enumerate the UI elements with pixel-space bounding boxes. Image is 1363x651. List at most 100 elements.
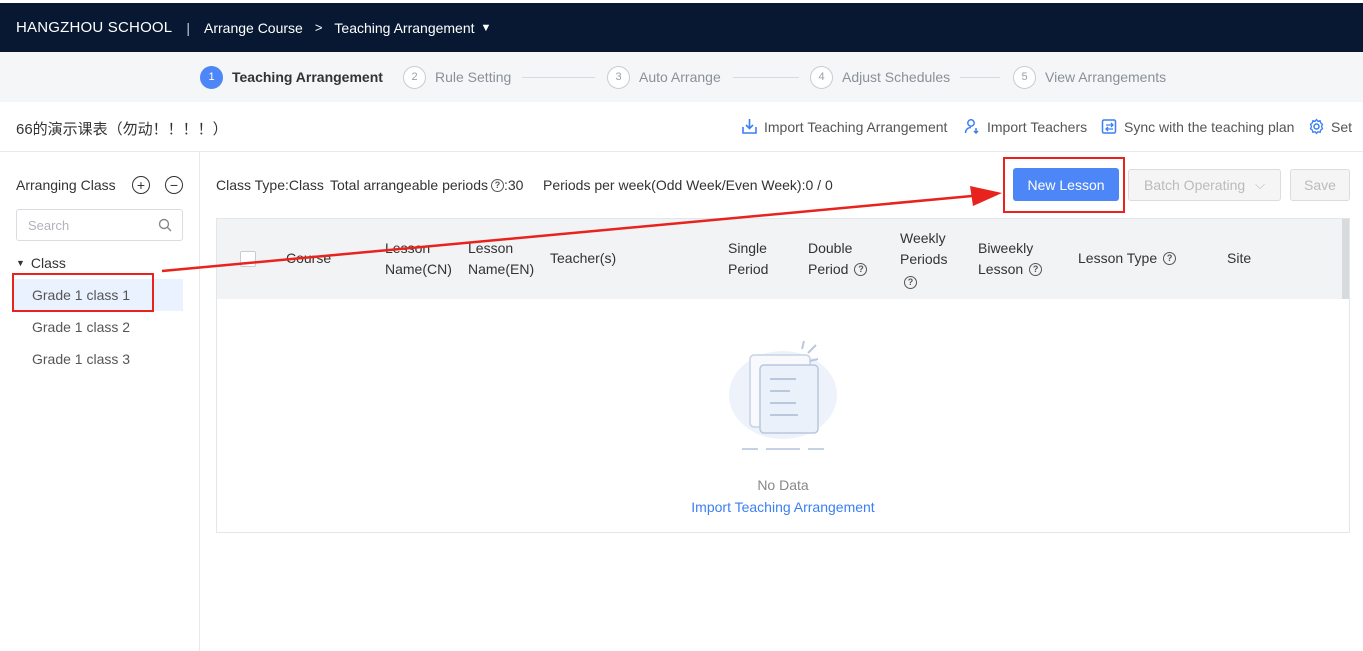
header-line-with-help: Period? [808,259,868,280]
header-course: Course [286,248,331,269]
header-text-line: Periods [900,251,948,267]
caret-down-icon[interactable]: ▼ [16,258,25,268]
sync-label: Sync with the teaching plan [1124,118,1295,135]
empty-state [217,299,1349,532]
header-teachers-text: Teacher(s) [550,250,617,266]
step-number: 1 [200,65,223,89]
sync-icon [1101,118,1118,135]
total-periods-value: :30 [504,177,524,193]
add-circle-icon[interactable]: + [132,176,150,194]
class-sidebar: Arranging Class + − ▼ Class Grade 1 clas… [0,152,200,651]
annotation-highlight-class [12,273,154,312]
header-text-line: Name(CN) [385,261,452,277]
help-icon[interactable]: ? [854,263,868,276]
step-adjust-schedules[interactable]: 4 Adjust Schedules [810,65,950,89]
help-icon[interactable]: ? [491,178,504,192]
header-line-with-help: Lesson? [978,259,1043,280]
header-weekly-periods: Weekly Periods ? [900,228,947,291]
step-auto-arrange[interactable]: 3 Auto Arrange [607,65,721,89]
breadcrumb-chevron-icon: > [314,20,323,35]
batch-operating-button[interactable]: Batch Operating ⌵ [1128,169,1281,201]
periods-per-week-info: Periods per week(Odd Week/Even Week):0 /… [543,177,833,193]
step-label: Rule Setting [435,69,512,85]
search-input[interactable] [17,210,147,240]
help-icon[interactable]: ? [1029,263,1043,276]
periods-per-week-text: Periods per week(Odd Week/Even Week):0 /… [543,177,833,193]
header-biweekly-lesson: Biweekly Lesson? [978,238,1043,280]
header-lesson-name-en: Lesson Name(EN) [468,238,534,280]
arranging-class-heading: Arranging Class [16,177,116,193]
import-arrangement-link[interactable]: Import Teaching Arrangement [217,499,1349,515]
save-button[interactable]: Save [1290,169,1350,201]
step-number: 3 [607,65,630,89]
lessons-table: Course Lesson Name(CN) Lesson Name(EN) T… [216,218,1350,533]
import-arrangement-action[interactable]: Import Teaching Arrangement [741,118,947,135]
header-text-line: Lesson [978,261,1024,277]
tree-item-grade1-class3[interactable]: Grade 1 class 3 [14,343,183,375]
header-text-line: Period [728,261,769,277]
breadcrumb-teaching-arrangement[interactable]: Teaching Arrangement [334,20,474,36]
header-text-line: Biweekly [978,240,1034,256]
gear-icon [1308,118,1325,135]
step-progress-bar: 1 Teaching Arrangement 2 Rule Setting 3 … [0,52,1363,102]
step-rule-setting[interactable]: 2 Rule Setting [403,65,511,89]
import-icon [741,118,758,135]
remove-circle-icon[interactable]: − [165,176,183,194]
header-single-period: Single Period [728,238,768,280]
annotation-highlight-new-lesson [1003,157,1125,213]
caret-down-icon[interactable]: ▼ [481,22,492,34]
nav-separator: | [186,19,190,36]
class-search [16,209,183,241]
step-label: Adjust Schedules [842,69,951,85]
header-site-text: Site [1227,250,1252,266]
school-name: HANGZHOU SCHOOL [16,19,173,36]
header-help-line: ? [900,270,947,291]
sync-teaching-plan-action[interactable]: Sync with the teaching plan [1101,118,1294,135]
header-teachers: Teacher(s) [550,248,616,269]
header-text-line: Weekly [900,230,946,246]
step-label: View Arrangements [1045,69,1167,85]
import-arrangement-link-text[interactable]: Import Teaching Arrangement [691,499,874,515]
header-lesson-type-text: Lesson Type [1078,250,1158,266]
help-icon[interactable]: ? [904,276,917,289]
tree-node-label: Class [30,255,66,271]
schedule-header: 66的演示课表（勿动！！！！） Import Teaching Arrangem… [0,102,1363,152]
top-nav-bar: HANGZHOU SCHOOL | Arrange Course > Teach… [0,0,1363,52]
schedule-title: 66的演示课表（勿动！！！！） [16,121,228,138]
set-action[interactable]: Set [1308,118,1352,135]
header-text-line: Double [808,240,853,256]
tree-node-class[interactable]: ▼ Class [16,255,66,271]
header-text-line: Lesson [468,240,514,256]
header-lesson-name-cn: Lesson Name(CN) [385,238,452,280]
select-all-checkbox[interactable] [240,251,256,267]
breadcrumb-arrange-course[interactable]: Arrange Course [204,20,303,36]
table-scrollbar[interactable] [1342,219,1349,299]
header-site: Site [1227,248,1251,269]
tree-item-grade1-class2[interactable]: Grade 1 class 2 [14,311,183,343]
step-connector [960,77,1000,78]
step-label: Auto Arrange [639,69,721,85]
step-teaching-arrangement[interactable]: 1 Teaching Arrangement [200,65,383,89]
step-number: 5 [1013,65,1036,89]
header-text-line: Lesson [385,240,431,256]
total-periods-info: Total arrangeable periods ? :30 [330,177,523,193]
header-text-line: Name(EN) [468,261,535,277]
step-number: 2 [403,65,426,89]
import-arrangement-label: Import Teaching Arrangement [764,118,948,135]
step-number: 4 [810,65,833,89]
import-teachers-label: Import Teachers [987,118,1088,135]
header-text-line: Single [728,240,767,256]
search-icon[interactable] [158,218,172,235]
header-text-line: Period [808,261,849,277]
user-import-icon [964,118,981,135]
header-course-text: Course [286,250,332,266]
help-icon[interactable]: ? [1163,252,1177,265]
class-type-info: Class Type:Class [216,177,324,193]
total-periods-label: Total arrangeable periods [330,177,488,193]
header-lesson-type: Lesson Type ? [1078,248,1177,269]
table-header: Course Lesson Name(CN) Lesson Name(EN) T… [217,219,1343,299]
step-label: Teaching Arrangement [232,69,383,85]
import-teachers-action[interactable]: Import Teachers [964,118,1087,135]
step-view-arrangements[interactable]: 5 View Arrangements [1013,65,1166,89]
no-data-text: No Data [757,477,809,493]
